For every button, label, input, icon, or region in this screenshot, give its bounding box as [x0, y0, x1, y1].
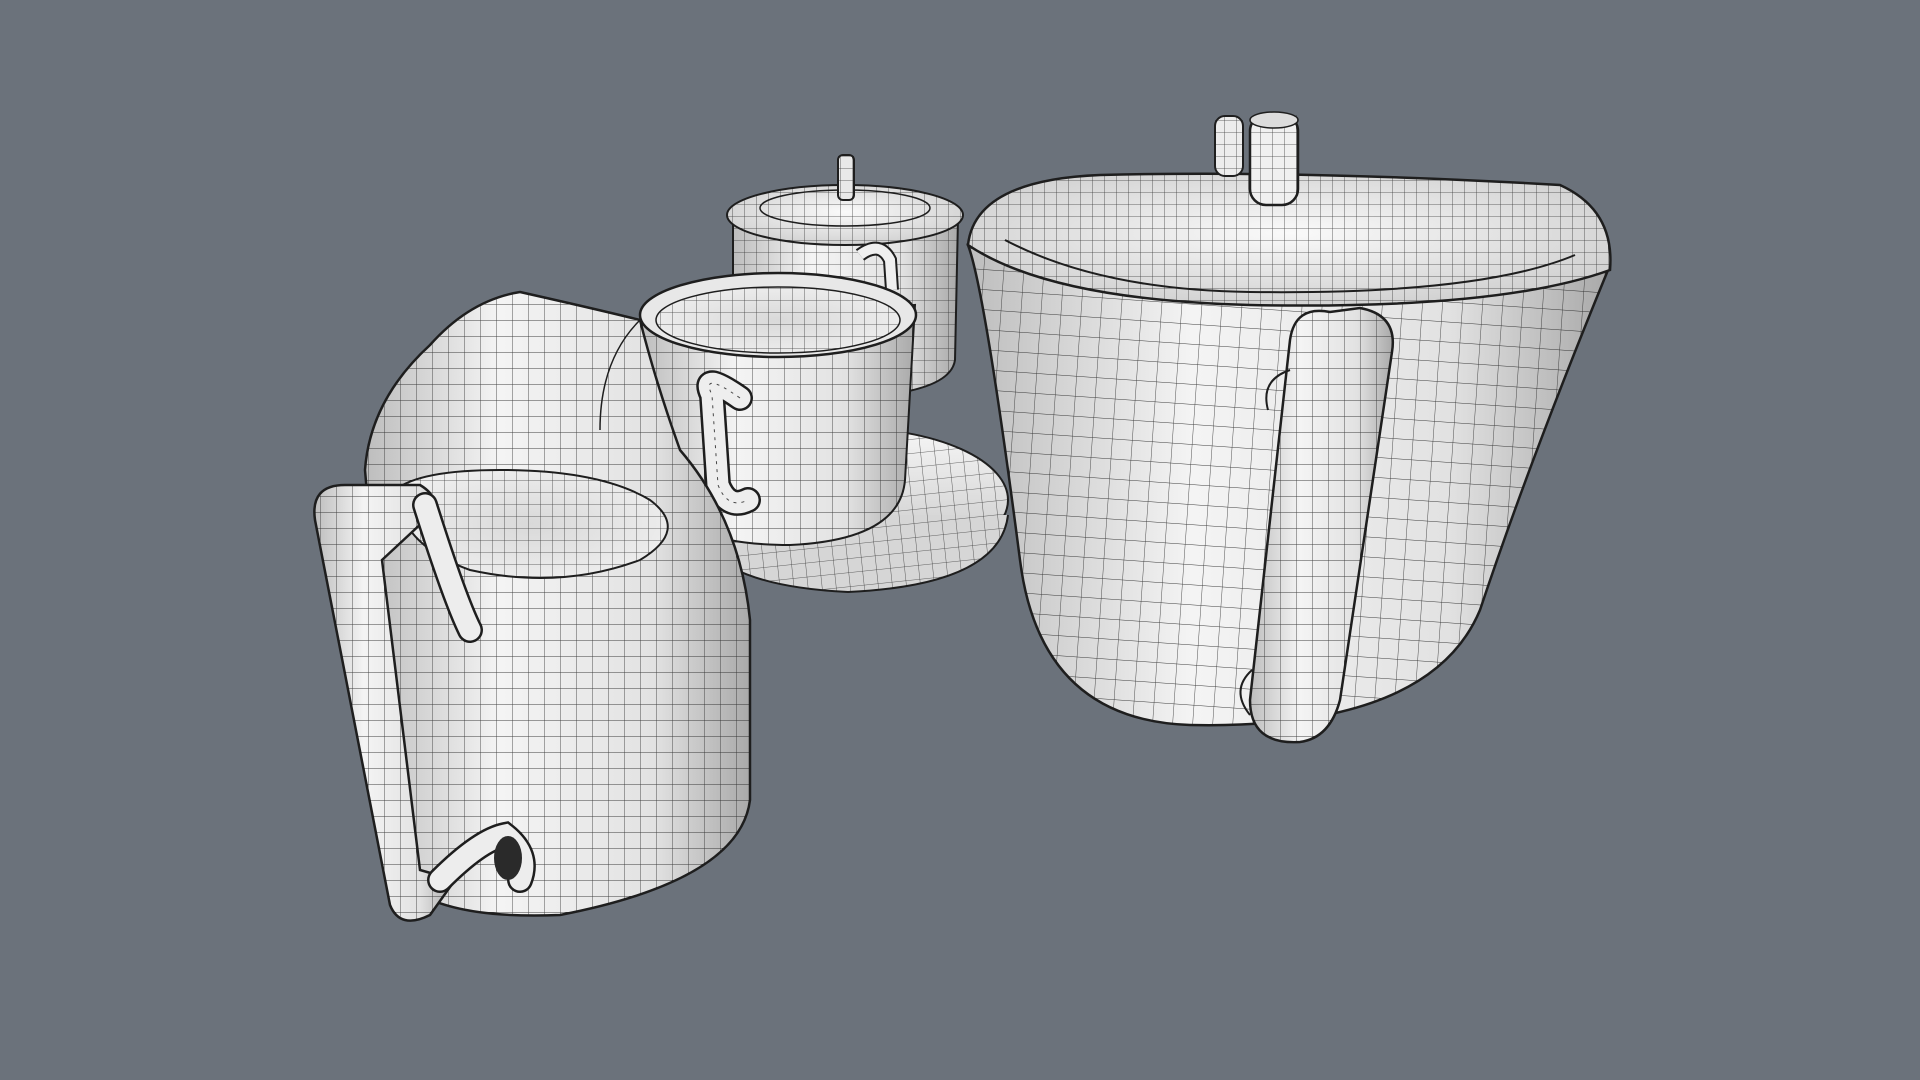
wireframe-render — [0, 0, 1920, 1080]
3d-viewport[interactable] — [0, 0, 1920, 1080]
